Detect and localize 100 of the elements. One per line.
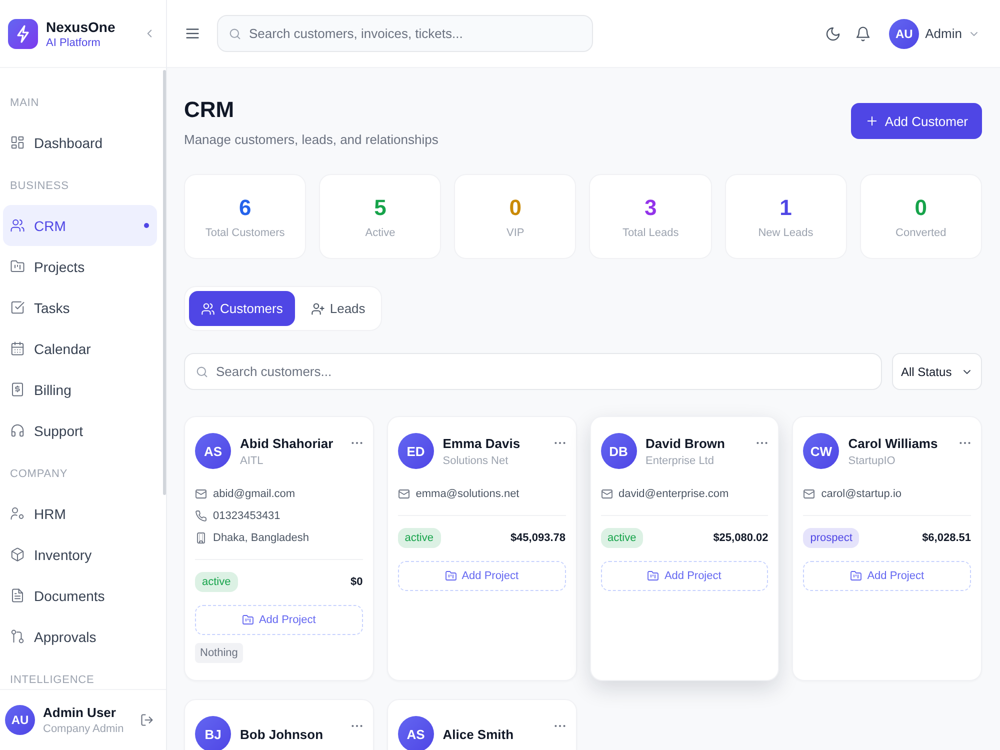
address-text: Dhaka, Bangladesh	[213, 532, 310, 544]
customer-name: David Brown	[646, 436, 726, 450]
sidebar-item[interactable]: Billing	[3, 369, 157, 410]
folder-icon	[242, 614, 254, 626]
building-icon	[195, 532, 207, 544]
tab[interactable]: Customers	[189, 291, 295, 326]
active-dot-icon	[144, 223, 149, 228]
customer-avatar: AS	[195, 433, 231, 469]
amount-text: $6,028.51	[922, 532, 971, 544]
sidebar-item[interactable]: HRM	[3, 493, 157, 534]
folder-icon	[850, 570, 862, 582]
account-name[interactable]: Admin	[925, 26, 962, 41]
box-icon	[10, 547, 25, 562]
company-name: AITL	[240, 454, 264, 466]
phone-icon	[195, 510, 207, 522]
stat-label: New Leads	[758, 226, 814, 238]
amount-text: $0	[350, 576, 363, 588]
more-options-icon[interactable]	[350, 724, 363, 728]
sidebar-item[interactable]: CRM	[3, 205, 157, 246]
sidebar-item[interactable]: Documents	[3, 575, 157, 616]
mail-icon	[195, 488, 207, 500]
customer-name: Carol Williams	[848, 436, 939, 450]
customer-avatar: DB	[600, 433, 636, 469]
section-title: COMPANY	[10, 467, 69, 482]
amount-text: $45,093.78	[510, 532, 566, 544]
user-plus-icon	[310, 302, 325, 316]
brand-name: NexusOne	[46, 18, 116, 34]
account-avatar[interactable]: AU	[889, 18, 920, 48]
checkbox-icon	[10, 300, 25, 315]
customer-avatar: ED	[398, 433, 434, 469]
stat-value: 5	[374, 194, 386, 220]
email-text: david@enterprise.com	[618, 488, 729, 500]
folder-icon	[647, 570, 660, 582]
add-project-button[interactable]: Add Project	[600, 561, 768, 591]
stat-label: VIP	[506, 226, 524, 238]
customer-name: Bob Johnson	[240, 726, 324, 742]
status-tag: active	[195, 572, 238, 592]
folder-icon	[444, 570, 457, 582]
dollar-receipt-icon	[10, 382, 25, 397]
folder-icon	[10, 259, 25, 274]
search-icon	[228, 26, 242, 40]
user-avatar: AU	[5, 705, 35, 735]
add-project-button[interactable]: Add Project	[398, 561, 566, 591]
add-project-button[interactable]: Add Project	[803, 561, 971, 591]
section-title: MAIN	[10, 96, 40, 111]
user-role: Company Admin	[43, 723, 125, 735]
section-title: BUSINESS	[10, 179, 70, 194]
stat-value: 6	[238, 194, 252, 220]
sidebar-item[interactable]: Calendar	[3, 328, 157, 369]
status-filter[interactable]: All Status	[892, 353, 982, 390]
bell-icon[interactable]	[855, 26, 872, 42]
company-name: Solutions Net	[442, 454, 510, 466]
stat-label: Active	[365, 226, 396, 238]
customer-search-field[interactable]: Search customers...	[184, 353, 882, 390]
calendar-icon	[10, 341, 25, 356]
more-options-icon[interactable]	[350, 441, 363, 445]
stat-value: 0	[509, 194, 522, 220]
status-tag: prospect	[803, 528, 860, 548]
email-text: emma@solutions.net	[416, 488, 520, 500]
sidebar-item[interactable]: Support	[3, 410, 157, 451]
sidebar-item[interactable]: Approvals	[3, 616, 157, 657]
brand-tagline: AI Platform	[46, 36, 102, 48]
search-icon	[195, 364, 209, 378]
stat-value: 0	[914, 194, 928, 220]
add-project-button[interactable]: Add Project	[195, 605, 363, 635]
sidebar-item[interactable]: Inventory	[3, 534, 157, 575]
branch-icon	[10, 629, 25, 644]
lightning-logo-icon	[8, 18, 38, 48]
company-name: Enterprise Ltd	[646, 454, 715, 466]
more-options-icon[interactable]	[756, 441, 768, 445]
more-options-icon[interactable]	[554, 441, 566, 445]
page-title: CRM	[184, 96, 236, 124]
company-name: StartupIO	[848, 454, 896, 466]
phone-text: 01323453431	[213, 510, 280, 522]
more-options-icon[interactable]	[959, 441, 971, 445]
stat-value: 1	[780, 194, 792, 220]
add-customer-button[interactable]: Add Customer	[850, 103, 982, 139]
logout-icon[interactable]	[140, 713, 154, 727]
status-tag: active	[600, 528, 644, 548]
stat-label: Converted	[896, 226, 946, 238]
customer-avatar: CW	[803, 433, 840, 469]
search-field[interactable]: Search customers, invoices, tickets...	[217, 15, 593, 52]
person-icon	[10, 506, 25, 521]
stat-label: Total Leads	[622, 226, 679, 238]
status-tag: active	[398, 528, 440, 548]
mail-icon	[398, 488, 410, 500]
mail-icon	[803, 488, 816, 500]
page-subtitle: Manage customers, leads, and relationships	[184, 132, 438, 147]
customer-avatar: AS	[398, 716, 434, 750]
moon-icon[interactable]	[825, 26, 842, 42]
sidebar-item[interactable]: Tasks	[3, 287, 157, 328]
stat-label: Total Customers	[205, 226, 285, 238]
mail-icon	[600, 488, 612, 500]
grid-icon	[10, 135, 25, 150]
tab[interactable]: Leads	[298, 291, 378, 326]
sidebar-item[interactable]: Dashboard	[3, 122, 157, 163]
more-options-icon[interactable]	[554, 724, 566, 728]
project-tag: Nothing	[195, 643, 243, 663]
sidebar-item[interactable]: Projects	[3, 246, 157, 287]
scrollbar[interactable]	[163, 70, 166, 495]
